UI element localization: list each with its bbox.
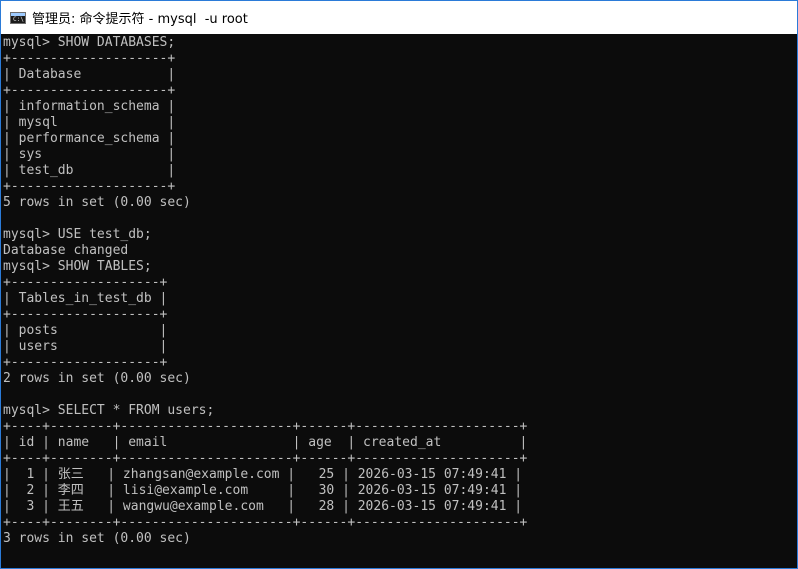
console-line: | performance_schema | [3,131,176,146]
console-line: | test_db | [3,163,176,178]
console-line: +--------------------+ [3,51,176,66]
console-line: mysql> SHOW DATABASES; [3,35,176,50]
console-line: +-------------------+ [3,307,168,322]
console-line: 2 rows in set (0.00 sec) [3,371,191,386]
title-bar[interactable]: C:\ 管理员: 命令提示符 - mysql -u root [1,1,797,34]
console-line: +----+--------+----------------------+--… [3,515,528,530]
console-line: 3 rows in set (0.00 sec) [3,531,191,546]
console-line: | 2 | 李四 | lisi@example.com | 30 | 2026-… [3,483,523,498]
console-line: +----+--------+----------------------+--… [3,419,528,434]
console-line: | 1 | 张三 | zhangsan@example.com | 25 | 2… [3,467,523,482]
console-window: C:\ 管理员: 命令提示符 - mysql -u root mysql> SH… [0,0,798,569]
console-line: +-------------------+ [3,355,168,370]
console-line: | users | [3,339,168,354]
console-line: | Tables_in_test_db | [3,291,168,306]
console-line: mysql> USE test_db; [3,227,152,242]
console-line: +-------------------+ [3,275,168,290]
console-line: | Database | [3,67,176,82]
console-line: | posts | [3,323,168,338]
console-line: | 3 | 王五 | wangwu@example.com | 28 | 202… [3,499,523,514]
console-line: | id | name | email | age | created_at | [3,435,528,450]
console-line: | information_schema | [3,99,176,114]
console-line: mysql> SELECT * FROM users; [3,403,215,418]
console-line: | sys | [3,147,176,162]
console-line: 5 rows in set (0.00 sec) [3,195,191,210]
icon-prompt-glyph: C:\ [13,15,24,23]
console-line: | mysql | [3,115,176,130]
console-line: +----+--------+----------------------+--… [3,451,528,466]
window-title: 管理员: 命令提示符 - mysql -u root [32,12,248,27]
console-line: +--------------------+ [3,83,176,98]
console-line: Database changed [3,243,129,258]
console-output[interactable]: mysql> SHOW DATABASES; +----------------… [3,35,793,565]
console-line: +--------------------+ [3,179,176,194]
cmd-prompt-icon: C:\ [10,11,26,24]
console-line: mysql> SHOW TABLES; [3,259,152,274]
